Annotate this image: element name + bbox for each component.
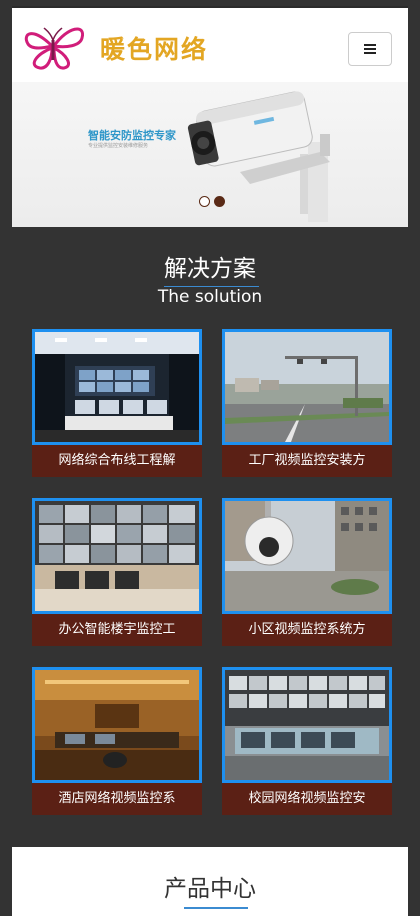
- logo-text: 暖色网络: [100, 35, 209, 64]
- products-title-divider: [184, 907, 248, 909]
- solution-image[interactable]: [222, 498, 392, 614]
- menu-toggle-button[interactable]: [348, 32, 392, 66]
- products-section: 产品中心: [12, 847, 408, 916]
- slide-dot-2[interactable]: [214, 196, 225, 207]
- solution-image[interactable]: [222, 329, 392, 445]
- residential-dome-camera-photo: [225, 501, 389, 611]
- page: 暖色网络 智能安防监控专家 专业提供监控安装维修服务 解决方案 The solu…: [0, 0, 420, 916]
- control-room-photo: [35, 332, 199, 442]
- hamburger-menu-icon: [364, 42, 376, 56]
- banner-pagination: [199, 196, 225, 207]
- solution-caption[interactable]: 办公智能楼宇监控工: [32, 614, 202, 646]
- solution-image[interactable]: [32, 498, 202, 614]
- slide-dot-1[interactable]: [199, 196, 210, 207]
- hero-banner[interactable]: 智能安防监控专家 专业提供监控安装维修服务: [12, 82, 408, 227]
- solution-caption[interactable]: 酒店网络视频监控系: [32, 783, 202, 815]
- solution-image[interactable]: [32, 667, 202, 783]
- solution-card[interactable]: 办公智能楼宇监控工: [32, 498, 202, 646]
- section-title: 解决方案: [164, 256, 256, 282]
- solution-image[interactable]: [222, 667, 392, 783]
- solutions-section: 解决方案 The solution 网络综合布线工程解 工厂视频监控安装方 办公…: [12, 227, 408, 847]
- butterfly-logo-icon: [24, 27, 85, 70]
- solution-caption[interactable]: 校园网络视频监控安: [222, 783, 392, 815]
- site-header: 暖色网络: [12, 6, 408, 82]
- solution-caption[interactable]: 小区视频监控系统方: [222, 614, 392, 646]
- products-title: 产品中心: [164, 876, 256, 902]
- solution-card[interactable]: 小区视频监控系统方: [222, 498, 392, 646]
- solution-card[interactable]: 工厂视频监控安装方: [222, 329, 392, 477]
- solution-image[interactable]: [32, 329, 202, 445]
- hotel-control-room-photo: [35, 670, 199, 780]
- solution-card[interactable]: 校园网络视频监控安: [222, 667, 392, 815]
- campus-monitoring-photo: [225, 670, 389, 780]
- banner-title: 智能安防监控专家: [88, 129, 176, 142]
- solution-card[interactable]: 酒店网络视频监控系: [32, 667, 202, 815]
- section-subtitle: The solution: [157, 287, 263, 307]
- banner-subtitle: 专业提供监控安装维修服务: [88, 143, 149, 149]
- solution-caption[interactable]: 网络综合布线工程解: [32, 445, 202, 477]
- solution-caption[interactable]: 工厂视频监控安装方: [222, 445, 392, 477]
- video-wall-photo: [35, 501, 199, 611]
- road-surveillance-photo: [225, 332, 389, 442]
- solution-card[interactable]: 网络综合布线工程解: [32, 329, 202, 477]
